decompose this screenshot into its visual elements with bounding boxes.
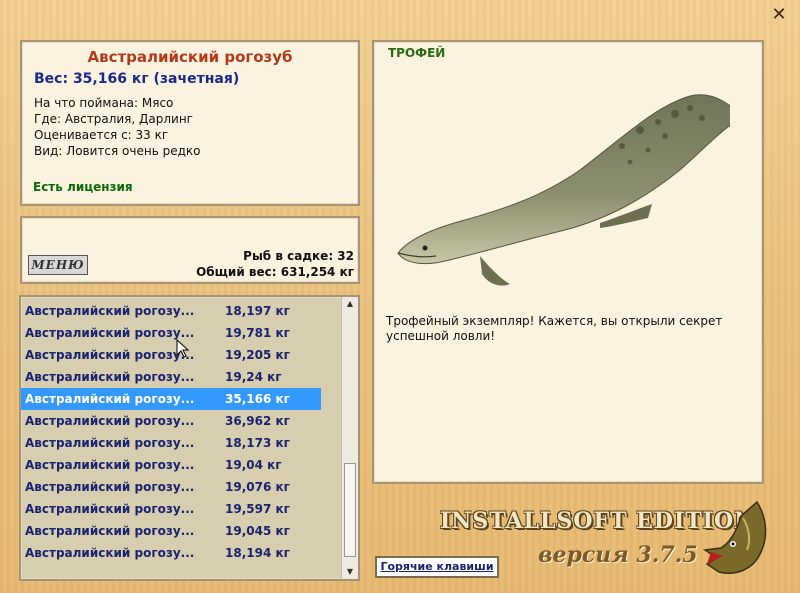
trophy-description: Трофейный экземпляр! Кажется, вы открыли… bbox=[386, 314, 723, 343]
catch-fish-weight: 35,166 кг bbox=[225, 392, 290, 406]
catch-fish-weight: 19,781 кг bbox=[225, 326, 290, 340]
catch-fish-name: Австралийский рогозу... bbox=[25, 524, 195, 538]
catch-fish-weight: 18,194 кг bbox=[225, 546, 290, 560]
catch-list-row[interactable]: Австралийский рогозу... 19,24 кг bbox=[21, 366, 321, 388]
catch-fish-name: Австралийский рогозу... bbox=[25, 326, 195, 340]
caught-on: На что поймана: Мясо bbox=[34, 96, 174, 110]
catch-list-row[interactable]: Австралийский рогозу... 18,194 кг bbox=[21, 542, 321, 564]
trophy-label: ТРОФЕЙ bbox=[388, 46, 446, 60]
pike-logo-icon bbox=[702, 500, 767, 574]
total-weight: Общий вес: 631,254 кг bbox=[196, 265, 354, 279]
catch-fish-weight: 19,04 кг bbox=[225, 458, 282, 472]
catch-fish-weight: 19,045 кг bbox=[225, 524, 290, 538]
catch-fish-name: Австралийский рогозу... bbox=[25, 502, 195, 516]
catch-fish-name: Австралийский рогозу... bbox=[25, 436, 195, 450]
fish-info-panel: Австралийский рогозуб Вес: 35,166 кг (за… bbox=[20, 40, 360, 206]
catch-fish-name: Австралийский рогозу... bbox=[25, 304, 195, 318]
catch-fish-name: Австралийский рогозу... bbox=[25, 546, 195, 560]
close-button[interactable]: ✕ bbox=[768, 4, 790, 26]
catch-fish-weight: 19,076 кг bbox=[225, 480, 290, 494]
catch-list-row[interactable]: Австралийский рогозу... 19,597 кг bbox=[21, 498, 321, 520]
trophy-panel: ТРОФЕЙ Трофейный экземпляр! Кажется, вы … bbox=[372, 40, 764, 484]
catch-list-row[interactable]: Австралийский рогозу... 19,04 кг bbox=[21, 454, 321, 476]
catch-list-row[interactable]: Австралийский рогозу... 35,166 кг bbox=[21, 388, 321, 410]
catch-fish-weight: 19,24 кг bbox=[225, 370, 282, 384]
catch-list-rows: Австралийский рогозу... 18,197 кг Австрали… bbox=[21, 297, 358, 564]
catch-fish-weight: 18,197 кг bbox=[225, 304, 290, 318]
version-label: версия 3.7.5 bbox=[538, 542, 698, 568]
rarity: Вид: Ловится очень редко bbox=[34, 144, 201, 158]
fish-title: Австралийский рогозуб bbox=[87, 48, 293, 66]
license-status: Есть лицензия bbox=[33, 180, 133, 194]
lungfish-image bbox=[397, 94, 730, 286]
catch-list-row[interactable]: Австралийский рогозу... 19,781 кг bbox=[21, 322, 321, 344]
valued-from: Оценивается с: 33 кг bbox=[34, 128, 169, 142]
catch-fish-weight: 19,205 кг bbox=[225, 348, 290, 362]
list-scrollbar[interactable]: ▲ ▼ bbox=[341, 297, 358, 579]
catch-list-row[interactable]: Австралийский рогозу... 19,045 кг bbox=[21, 520, 321, 542]
keepnet-stats-panel: МЕНЮ Рыб в садке: 32 Общий вес: 631,254 … bbox=[20, 216, 360, 284]
hotkeys-link[interactable]: Горячие клавиши bbox=[375, 556, 499, 578]
fish-details: На что поймана: Мясо Где: Австралия, Дар… bbox=[34, 95, 358, 159]
location: Где: Австралия, Дарлинг bbox=[34, 112, 193, 126]
catch-fish-name: Австралийский рогозу... bbox=[25, 348, 195, 362]
catch-fish-name: Австралийский рогозу... bbox=[25, 414, 195, 428]
catch-fish-name: Австралийский рогозу... bbox=[25, 392, 195, 406]
catch-list-row[interactable]: Австралийский рогозу... 18,173 кг bbox=[21, 432, 321, 454]
catch-fish-weight: 36,962 кг bbox=[225, 414, 290, 428]
catch-list[interactable]: Австралийский рогозу... 18,197 кг Австрали… bbox=[19, 295, 360, 581]
scroll-down-arrow-icon[interactable]: ▼ bbox=[342, 565, 358, 579]
catch-fish-weight: 19,597 кг bbox=[225, 502, 290, 516]
catch-list-row[interactable]: Австралийский рогозу... 19,205 кг bbox=[21, 344, 321, 366]
fish-weight: Вес: 35,166 кг (зачетная) bbox=[34, 71, 240, 87]
menu-button[interactable]: МЕНЮ bbox=[28, 255, 88, 275]
scroll-thumb[interactable] bbox=[344, 463, 356, 557]
catch-fish-name: Австралийский рогозу... bbox=[25, 458, 195, 472]
catch-fish-weight: 18,173 кг bbox=[225, 436, 290, 450]
catch-fish-name: Австралийский рогозу... bbox=[25, 370, 195, 384]
fish-count: Рыб в садке: 32 bbox=[243, 249, 354, 263]
catch-list-row[interactable]: Австралийский рогозу... 18,197 кг bbox=[21, 300, 321, 322]
mouse-cursor-icon bbox=[176, 339, 190, 358]
catch-list-row[interactable]: Австралийский рогозу... 36,962 кг bbox=[21, 410, 321, 432]
catch-fish-name: Австралийский рогозу... bbox=[25, 480, 195, 494]
catch-list-row[interactable]: Австралийский рогозу... 19,076 кг bbox=[21, 476, 321, 498]
keepnet-totals: Рыб в садке: 32 Общий вес: 631,254 кг bbox=[196, 248, 354, 280]
scroll-up-arrow-icon[interactable]: ▲ bbox=[342, 297, 358, 311]
